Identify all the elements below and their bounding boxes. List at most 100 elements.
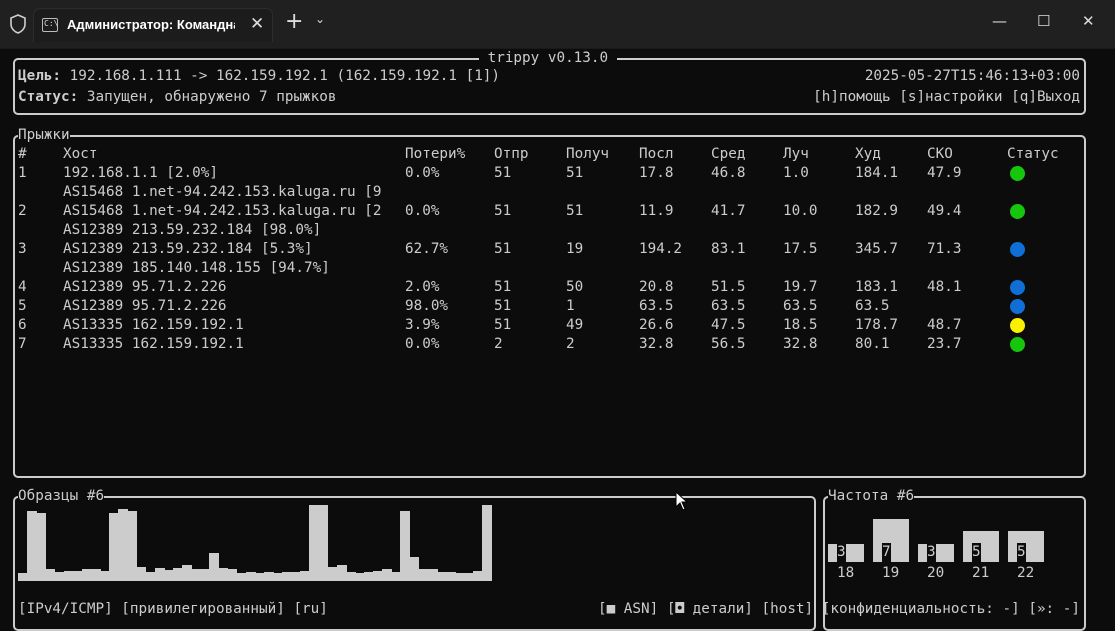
target-label: Цель:: [18, 68, 62, 84]
frequency-count: 3: [837, 543, 846, 562]
hop-cell-host: AS12389 95.71.2.226: [63, 298, 227, 314]
timestamp: 2025-05-27T15:46:13+03:00: [864, 68, 1080, 84]
frequency-count: 5: [1017, 543, 1026, 562]
hop-cell-loss: 0.0%: [405, 203, 440, 219]
hop-cell-wrst: 80.1: [855, 336, 890, 352]
hop-cell-last: 32.8: [639, 336, 674, 352]
window-titlebar: C:\ Администратор: Командная строка ✕ + …: [0, 0, 1115, 49]
tab-title: Администратор: Командная строка: [67, 17, 235, 32]
hop-cell-stdev: 49.4: [927, 203, 962, 219]
status-dot-green: [1010, 204, 1025, 219]
hop-cell-best: 19.7: [783, 279, 818, 295]
frequency-count: 3: [927, 543, 936, 562]
hop-cell-recv: 50: [566, 279, 584, 295]
hop-cell-avg: 46.8: [711, 165, 746, 181]
hop-cell-host: AS13335 162.159.192.1: [63, 317, 244, 333]
hop-cell-last: 26.6: [639, 317, 674, 333]
column-header: Луч: [783, 146, 809, 162]
hop-cell-avg: 47.5: [711, 317, 746, 333]
frequency-label: 18: [837, 565, 855, 581]
frequency-title: Частота #6: [828, 488, 915, 505]
hop-cell-loss: 0.0%: [405, 165, 440, 181]
hop-cell-host: AS15468 1.net-94.242.153.kaluga.ru [2: [63, 203, 382, 219]
frequency-bar: [873, 519, 909, 562]
frequency-count: 5: [972, 543, 981, 562]
hop-cell-num: 4: [18, 279, 27, 295]
frequency-bar: [828, 544, 864, 562]
hop-cell-stdev: 48.1: [927, 279, 962, 295]
minimize-button[interactable]: —: [992, 12, 1007, 30]
close-window-button[interactable]: ✕: [1082, 12, 1095, 30]
column-header: #: [18, 146, 27, 162]
hop-cell-stdev: 71.3: [927, 241, 962, 257]
hop-cell-loss: 2.0%: [405, 279, 440, 295]
new-tab-button[interactable]: +: [285, 11, 303, 33]
hops-title: Прыжки: [18, 127, 70, 144]
status-dot-green: [1010, 166, 1025, 181]
hop-cell-loss: 3.9%: [405, 317, 440, 333]
hop-cell-stdev: 47.9: [927, 165, 962, 181]
hop-cell-best: 10.0: [783, 203, 818, 219]
hop-cell-snt: 51: [494, 317, 512, 333]
frequency-bar: [918, 544, 954, 562]
terminal[interactable]: trippy v0.13.0 Цель: 192.168.1.111 -> 16…: [0, 48, 1115, 631]
hop-cell-loss: 0.0%: [405, 336, 440, 352]
hop-cell-stdev: 48.7: [927, 317, 962, 333]
hop-cell-best: 32.8: [783, 336, 818, 352]
column-header: СКО: [927, 146, 953, 162]
hop-cell-num: 5: [18, 298, 27, 314]
hop-cell-avg: 63.5: [711, 298, 746, 314]
app-title: trippy v0.13.0: [479, 50, 617, 67]
hop-cell-host: AS15468 1.net-94.242.153.kaluga.ru [9: [63, 184, 382, 200]
hop-cell-recv: 51: [566, 165, 584, 181]
hop-cell-best: 1.0: [783, 165, 809, 181]
hop-cell-recv: 49: [566, 317, 584, 333]
hop-cell-host: AS12389 213.59.232.184 [98.0%]: [63, 222, 322, 238]
hop-cell-snt: 51: [494, 203, 512, 219]
hop-cell-wrst: 184.1: [855, 165, 899, 181]
mouse-cursor-icon: [675, 491, 688, 511]
status-dot-blue: [1010, 299, 1025, 314]
column-header: Худ: [855, 146, 881, 162]
hop-cell-host: AS13335 162.159.192.1: [63, 336, 244, 352]
hop-cell-last: 11.9: [639, 203, 674, 219]
column-header: Хост: [63, 146, 98, 162]
status-dot-blue: [1010, 242, 1025, 257]
column-header: Получ: [566, 146, 610, 162]
hop-cell-avg: 56.5: [711, 336, 746, 352]
hop-cell-recv: 2: [566, 336, 575, 352]
frequency-label: 20: [927, 565, 945, 581]
hop-cell-host: AS12389 95.71.2.226: [63, 279, 227, 295]
column-header: Посл: [639, 146, 674, 162]
hop-cell-host: 192.168.1.1 [2.0%]: [63, 165, 218, 181]
hop-cell-recv: 19: [566, 241, 584, 257]
frequency-bar: [963, 531, 999, 562]
status-dot-green: [1010, 337, 1025, 352]
hop-cell-wrst: 345.7: [855, 241, 899, 257]
status-dot-yellow: [1010, 318, 1025, 333]
hop-cell-host: AS12389 185.140.148.155 [94.7%]: [63, 260, 330, 276]
hop-cell-best: 17.5: [783, 241, 818, 257]
status-dot-blue: [1010, 280, 1025, 295]
tab-command-prompt[interactable]: C:\ Администратор: Командная строка ✕: [33, 8, 273, 42]
chevron-down-icon[interactable]: ⌄: [315, 12, 325, 26]
column-header: Сред: [711, 146, 746, 162]
hop-cell-wrst: 182.9: [855, 203, 899, 219]
status-value: Запущен, обнаружено 7 прыжков: [78, 89, 337, 105]
hop-cell-num: 2: [18, 203, 27, 219]
hop-cell-best: 63.5: [783, 298, 818, 314]
hop-cell-wrst: 63.5: [855, 298, 890, 314]
close-tab-icon[interactable]: ✕: [250, 14, 264, 34]
hop-cell-last: 20.8: [639, 279, 674, 295]
maximize-button[interactable]: ☐: [1037, 12, 1050, 30]
status-line: Статус: Запущен, обнаружено 7 прыжков: [18, 88, 337, 107]
column-header: Отпр: [494, 146, 529, 162]
hop-cell-snt: 51: [494, 279, 512, 295]
hop-cell-host: AS12389 213.59.232.184 [5.3%]: [63, 241, 313, 257]
hop-cell-avg: 83.1: [711, 241, 746, 257]
sample-bar: [482, 505, 493, 581]
hop-cell-last: 17.8: [639, 165, 674, 181]
hop-cell-snt: 2: [494, 336, 503, 352]
hop-cell-avg: 51.5: [711, 279, 746, 295]
hop-cell-last: 194.2: [639, 241, 683, 257]
